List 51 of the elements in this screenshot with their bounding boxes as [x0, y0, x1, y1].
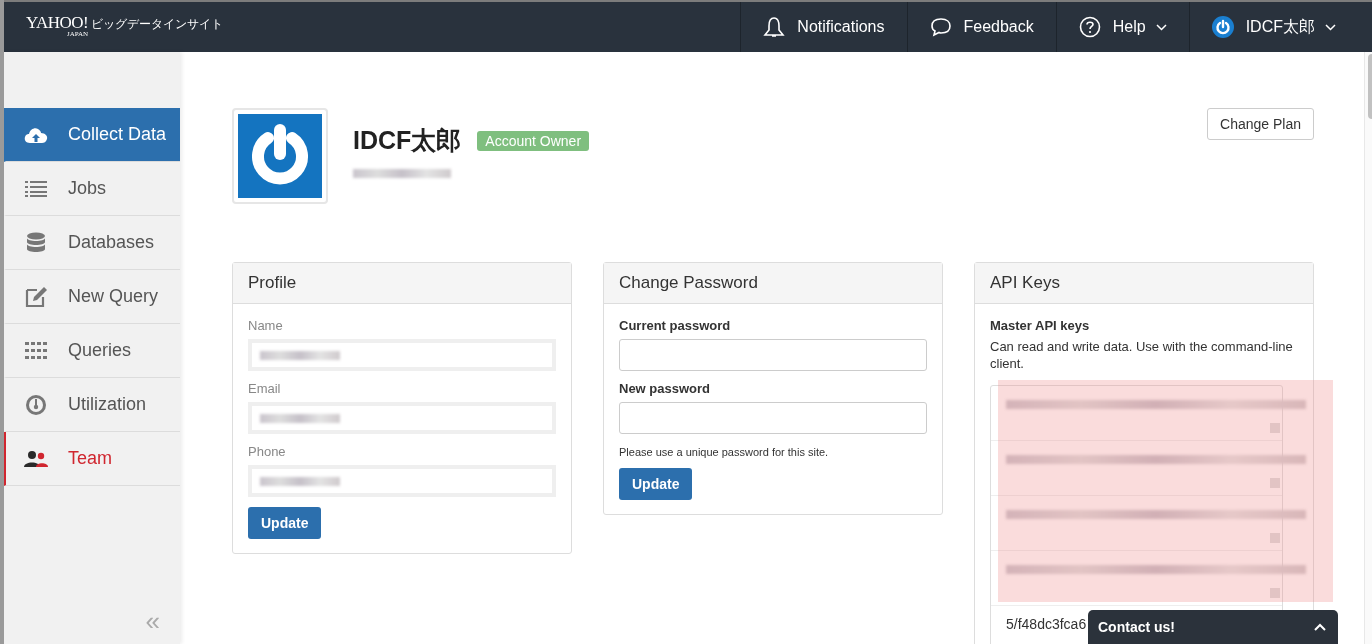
sidebar-item[interactable]: Queries: [4, 324, 180, 378]
input-field[interactable]: [248, 465, 556, 497]
database-icon: [24, 231, 48, 254]
update-button[interactable]: Update: [619, 468, 693, 500]
password-hint: Please use a unique password for this site.: [619, 446, 829, 458]
nav-item[interactable]: Help: [1055, 2, 1189, 52]
bell-icon: [763, 16, 786, 38]
password-field[interactable]: [619, 402, 927, 434]
update-button[interactable]: Update: [248, 507, 322, 539]
card-title: Profile: [248, 273, 297, 292]
grid-icon: [24, 341, 48, 360]
card-title: Change Password: [619, 273, 758, 292]
sidebar-item[interactable]: New Query: [4, 270, 180, 324]
sidebar-item[interactable]: Databases: [4, 216, 180, 270]
input-field[interactable]: [248, 402, 556, 434]
gauge-icon: [24, 393, 48, 416]
sidebar-item[interactable]: Collect Data: [4, 108, 180, 162]
field-label: Phone: [248, 444, 287, 459]
contact-bar[interactable]: Contact us!: [1088, 610, 1338, 644]
section-heading: Master API keys: [990, 318, 1090, 333]
delete-icon[interactable]: [1270, 477, 1280, 488]
people-icon: [24, 449, 48, 468]
speech-bubble-icon: [929, 17, 952, 37]
nav-item[interactable]: Feedback: [906, 2, 1056, 52]
chevron-up-icon: [1314, 623, 1326, 631]
account-name: IDCF太郎: [353, 125, 462, 156]
sidebar-item[interactable]: Team: [4, 432, 180, 486]
nav-item[interactable]: IDCF太郎: [1188, 2, 1358, 52]
cloud-upload-icon: [24, 125, 48, 144]
list-icon: [24, 179, 48, 198]
delete-icon[interactable]: [1270, 422, 1280, 433]
field-label: Name: [248, 318, 284, 333]
api-key: 5/f48dc3fca6: [1006, 615, 1087, 632]
role-badge: Account Owner: [477, 130, 590, 151]
change-plan-button[interactable]: Change Plan: [1207, 108, 1314, 140]
nav-item[interactable]: Notifications: [740, 2, 907, 52]
delete-icon[interactable]: [1270, 587, 1280, 598]
keys-description: Can read and write data. Use with the command-line client.: [990, 339, 1294, 373]
edit-icon: [24, 285, 48, 308]
field-label: Current password: [619, 318, 732, 333]
power-icon: [1211, 16, 1234, 38]
input-field[interactable]: [248, 339, 556, 371]
help-icon: [1078, 16, 1101, 38]
password-field[interactable]: [619, 339, 927, 371]
delete-icon[interactable]: [1270, 532, 1280, 543]
sidebar-item[interactable]: Jobs: [4, 162, 180, 216]
power-logo-icon: [238, 114, 322, 198]
card-title: API Keys: [990, 273, 1060, 292]
field-label: New password: [619, 381, 712, 396]
sidebar-item[interactable]: Utilization: [4, 378, 180, 432]
field-label: Email: [248, 381, 282, 396]
